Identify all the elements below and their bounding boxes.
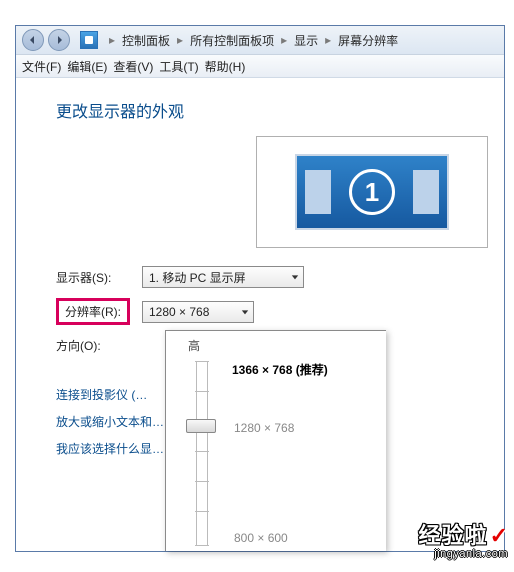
menu-bar: 文件(F) 编辑(E) 查看(V) 工具(T) 帮助(H)	[16, 55, 504, 78]
monitor-thumbnail[interactable]: 1	[295, 154, 449, 230]
display-row: 显示器(S): 1. 移动 PC 显示屏	[56, 266, 480, 288]
resolution-label: 分辨率(R):	[56, 298, 130, 325]
arrow-right-icon	[54, 35, 64, 45]
display-select-value: 1. 移动 PC 显示屏	[149, 269, 246, 286]
breadcrumb-item[interactable]: 屏幕分辨率	[338, 32, 398, 49]
resolution-select-value: 1280 × 768	[149, 305, 209, 319]
breadcrumb-separator: ▸	[106, 33, 118, 47]
breadcrumb-separator: ▸	[174, 33, 186, 47]
control-panel-icon	[80, 31, 98, 49]
resolution-select[interactable]: 1280 × 768	[142, 301, 254, 323]
breadcrumb-item[interactable]: 控制面板	[122, 32, 170, 49]
nav-forward-button[interactable]	[48, 29, 70, 51]
display-select[interactable]: 1. 移动 PC 显示屏	[142, 266, 304, 288]
orientation-label: 方向(O):	[56, 335, 142, 356]
arrow-left-icon	[28, 35, 38, 45]
nav-back-button[interactable]	[22, 29, 44, 51]
title-bar: ▸ 控制面板 ▸ 所有控制面板项 ▸ 显示 ▸ 屏幕分辨率	[16, 26, 504, 55]
breadcrumb-separator: ▸	[278, 33, 290, 47]
chevron-down-icon	[241, 305, 249, 319]
display-label: 显示器(S):	[56, 267, 142, 288]
breadcrumb-item[interactable]: 所有控制面板项	[190, 32, 274, 49]
slider-top-label: 高	[188, 337, 200, 354]
resolution-option-low[interactable]: 800 × 600	[234, 531, 288, 545]
menu-tools[interactable]: 工具(T)	[159, 58, 198, 75]
resolution-popup: 高 1366 × 768 (推荐) 1280 × 768 800 × 600	[165, 330, 386, 551]
menu-view[interactable]: 查看(V)	[113, 58, 153, 75]
page-title: 更改显示器的外观	[56, 98, 480, 122]
resolution-slider-track[interactable]	[196, 361, 208, 546]
resolution-row: 分辨率(R): 1280 × 768	[56, 298, 480, 325]
chevron-down-icon	[291, 270, 299, 284]
resolution-option-mid[interactable]: 1280 × 768	[234, 421, 294, 435]
monitor-number-badge: 1	[349, 169, 395, 215]
menu-help[interactable]: 帮助(H)	[205, 58, 246, 75]
breadcrumb-separator: ▸	[322, 33, 334, 47]
resolution-slider-thumb[interactable]	[186, 419, 216, 433]
breadcrumb-item[interactable]: 显示	[294, 32, 318, 49]
resolution-option-recommended[interactable]: 1366 × 768 (推荐)	[232, 361, 328, 378]
display-preview[interactable]: 1	[256, 136, 488, 248]
menu-file[interactable]: 文件(F)	[22, 58, 61, 75]
menu-edit[interactable]: 编辑(E)	[67, 58, 107, 75]
